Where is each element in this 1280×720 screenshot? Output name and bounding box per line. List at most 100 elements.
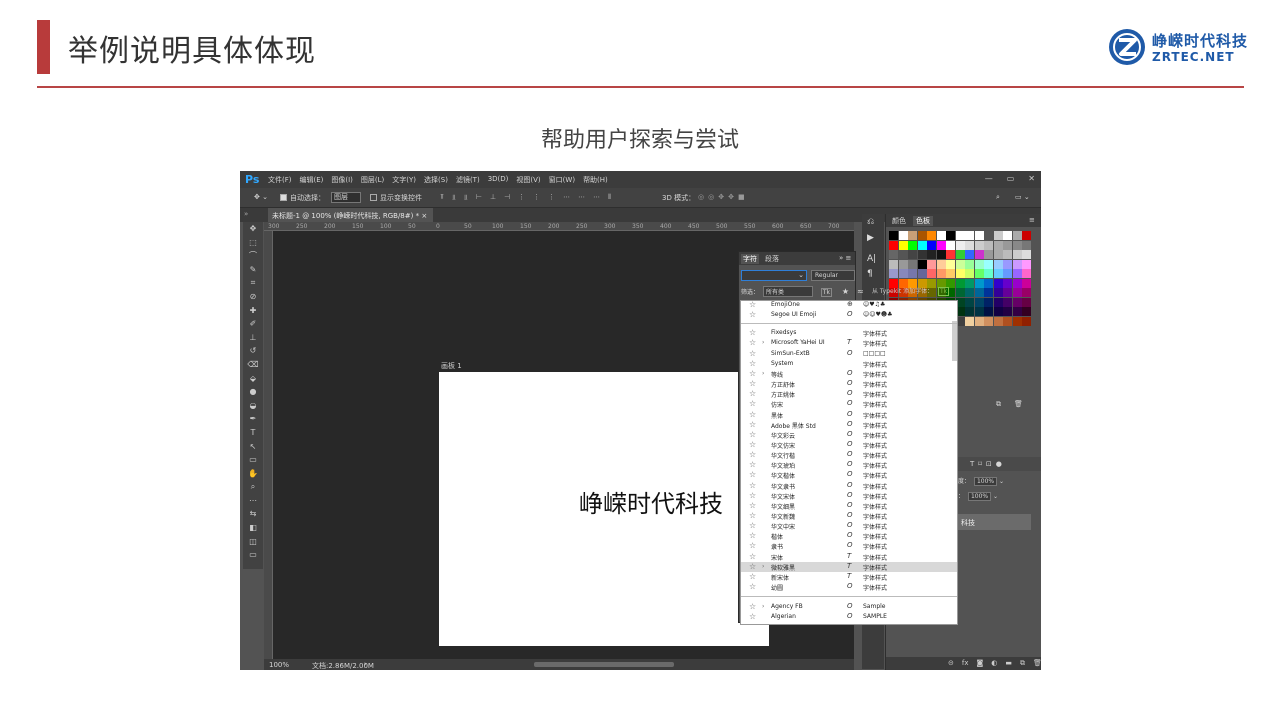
menu-item[interactable]: 帮助(H): [583, 175, 608, 185]
favorite-star-icon[interactable]: ☆: [749, 310, 756, 319]
font-list-item[interactable]: ☆ 方正舒体 O 字体样式: [741, 379, 957, 389]
color-swatch[interactable]: [955, 250, 965, 259]
color-swatch[interactable]: [1012, 231, 1022, 240]
layer-item[interactable]: 科技: [958, 514, 1031, 530]
color-swatch[interactable]: [984, 307, 993, 316]
delete-swatch-icon[interactable]: 🗑: [1014, 400, 1023, 408]
color-swatch[interactable]: [898, 259, 908, 269]
distribute-hcenter-icon[interactable]: ⋯: [578, 193, 585, 202]
color-swatch[interactable]: [946, 269, 955, 278]
font-list-item[interactable]: ☆ 宋体 T 字体样式: [741, 552, 957, 562]
menu-item[interactable]: 窗口(W): [549, 175, 575, 185]
color-swatch[interactable]: [1012, 316, 1022, 326]
color-swatch[interactable]: [965, 259, 974, 269]
font-list-item[interactable]: ☆ Adobe 黑体 Std O 字体样式: [741, 420, 957, 430]
font-style-select[interactable]: Regular: [811, 270, 855, 281]
favorites-filter-icon[interactable]: ★: [842, 287, 849, 296]
color-swatch[interactable]: [1022, 240, 1031, 250]
color-swatch[interactable]: [917, 231, 927, 240]
color-swatch[interactable]: [965, 240, 974, 250]
font-list-item[interactable]: ☆ › 等线 O 字体样式: [741, 369, 957, 379]
screen-mode-icon[interactable]: ▭: [243, 548, 263, 562]
color-swatch[interactable]: [1012, 259, 1022, 269]
color-swatch[interactable]: [1012, 250, 1022, 259]
actions-panel-icon[interactable]: ▶: [867, 233, 874, 243]
font-list-item[interactable]: ☆ 隶书 O 字体样式: [741, 541, 957, 551]
close-icon[interactable]: ✕: [1028, 174, 1035, 183]
font-family-input[interactable]: ⌄: [741, 270, 807, 281]
favorite-star-icon[interactable]: ☆: [749, 430, 756, 439]
eraser-tool-icon[interactable]: ⌫: [243, 358, 263, 372]
font-list-item[interactable]: ☆ System 字体样式: [741, 359, 957, 369]
healing-tool-icon[interactable]: ✚: [243, 304, 263, 318]
color-swatches-icon[interactable]: ◧: [243, 521, 263, 535]
expand-font-family-icon[interactable]: ›: [762, 370, 764, 377]
close-tab-icon[interactable]: ×: [421, 212, 427, 220]
favorite-star-icon[interactable]: ☆: [749, 410, 756, 419]
font-list-item[interactable]: ☆ 黑体 O 字体样式: [741, 410, 957, 420]
typekit-icon[interactable]: Tk: [938, 287, 950, 296]
expand-font-family-icon[interactable]: ›: [762, 563, 764, 570]
color-swatch[interactable]: [1022, 259, 1031, 269]
color-swatch[interactable]: [974, 269, 984, 278]
expand-font-family-icon[interactable]: ›: [762, 339, 764, 346]
hand-tool-icon[interactable]: ✋: [243, 467, 263, 481]
color-swatch[interactable]: [946, 240, 955, 250]
color-swatch[interactable]: [946, 259, 955, 269]
color-swatch[interactable]: [974, 278, 984, 288]
color-swatch[interactable]: [889, 269, 898, 278]
color-swatch[interactable]: [946, 250, 955, 259]
crop-tool-icon[interactable]: ⌗: [243, 276, 263, 290]
tab-character[interactable]: 字符: [741, 254, 759, 264]
character-panel-icon[interactable]: A|: [867, 254, 876, 264]
color-swatch[interactable]: [1022, 231, 1031, 240]
favorite-star-icon[interactable]: ☆: [749, 369, 756, 378]
color-swatch[interactable]: [917, 240, 927, 250]
color-swatch[interactable]: [965, 316, 974, 326]
color-swatch[interactable]: [993, 288, 1003, 297]
color-swatch[interactable]: [993, 269, 1003, 278]
color-swatch[interactable]: [936, 240, 946, 250]
color-swatch[interactable]: [1003, 316, 1012, 326]
font-list-item[interactable]: ☆ › 微软雅黑 T 字体样式: [741, 561, 957, 572]
favorite-star-icon[interactable]: ☆: [749, 470, 756, 479]
font-list-item[interactable]: ☆ 华文新魏 O 字体样式: [741, 511, 957, 521]
color-swatch[interactable]: [984, 259, 993, 269]
font-list-item[interactable]: ☆ Algerian O SAMPLE: [741, 612, 957, 622]
color-swatch[interactable]: [927, 259, 936, 269]
font-list-item[interactable]: ☆ 华文楷体 O 字体样式: [741, 470, 957, 480]
align-right-icon[interactable]: ⊣: [504, 193, 510, 202]
color-swatch[interactable]: [984, 231, 993, 240]
favorite-star-icon[interactable]: ☆: [749, 328, 756, 337]
favorite-star-icon[interactable]: ☆: [749, 420, 756, 429]
color-swatch[interactable]: [1022, 307, 1031, 316]
fill-input[interactable]: 100%: [967, 492, 992, 501]
color-swatch[interactable]: [965, 288, 974, 297]
color-swatch[interactable]: [965, 278, 974, 288]
color-swatch[interactable]: [984, 278, 993, 288]
font-dropdown-arrow-icon[interactable]: ⌄: [798, 271, 804, 279]
color-swatch[interactable]: [898, 231, 908, 240]
3d-mode-icons[interactable]: ◎◎✥✥■: [698, 193, 749, 201]
favorite-star-icon[interactable]: ☆: [749, 612, 756, 621]
artboard[interactable]: 峥嵘时代科技: [439, 372, 769, 646]
workspace-icon[interactable]: ▭ ⌄: [1015, 193, 1030, 201]
color-swatch[interactable]: [898, 250, 908, 259]
color-swatch[interactable]: [1012, 288, 1022, 297]
color-swatch[interactable]: [936, 259, 946, 269]
collapse-toolbar-icon[interactable]: »: [244, 210, 248, 218]
font-list-item[interactable]: ☆ Segoe UI Emoji O ☺☺♥☻♣: [741, 310, 957, 320]
favorite-star-icon[interactable]: ☆: [749, 511, 756, 520]
color-swatch[interactable]: [965, 307, 974, 316]
color-swatch[interactable]: [955, 240, 965, 250]
color-swatch[interactable]: [927, 240, 936, 250]
color-swatch[interactable]: [1012, 278, 1022, 288]
color-swatch[interactable]: [974, 297, 984, 307]
color-swatch[interactable]: [993, 259, 1003, 269]
type-tool-icon[interactable]: T: [243, 426, 263, 440]
color-swatch[interactable]: [917, 269, 927, 278]
menu-item[interactable]: 文字(Y): [392, 175, 416, 185]
menu-item[interactable]: 滤镜(T): [456, 175, 480, 185]
opacity-input[interactable]: 100%: [973, 477, 998, 486]
menu-item[interactable]: 文件(F): [268, 175, 292, 185]
